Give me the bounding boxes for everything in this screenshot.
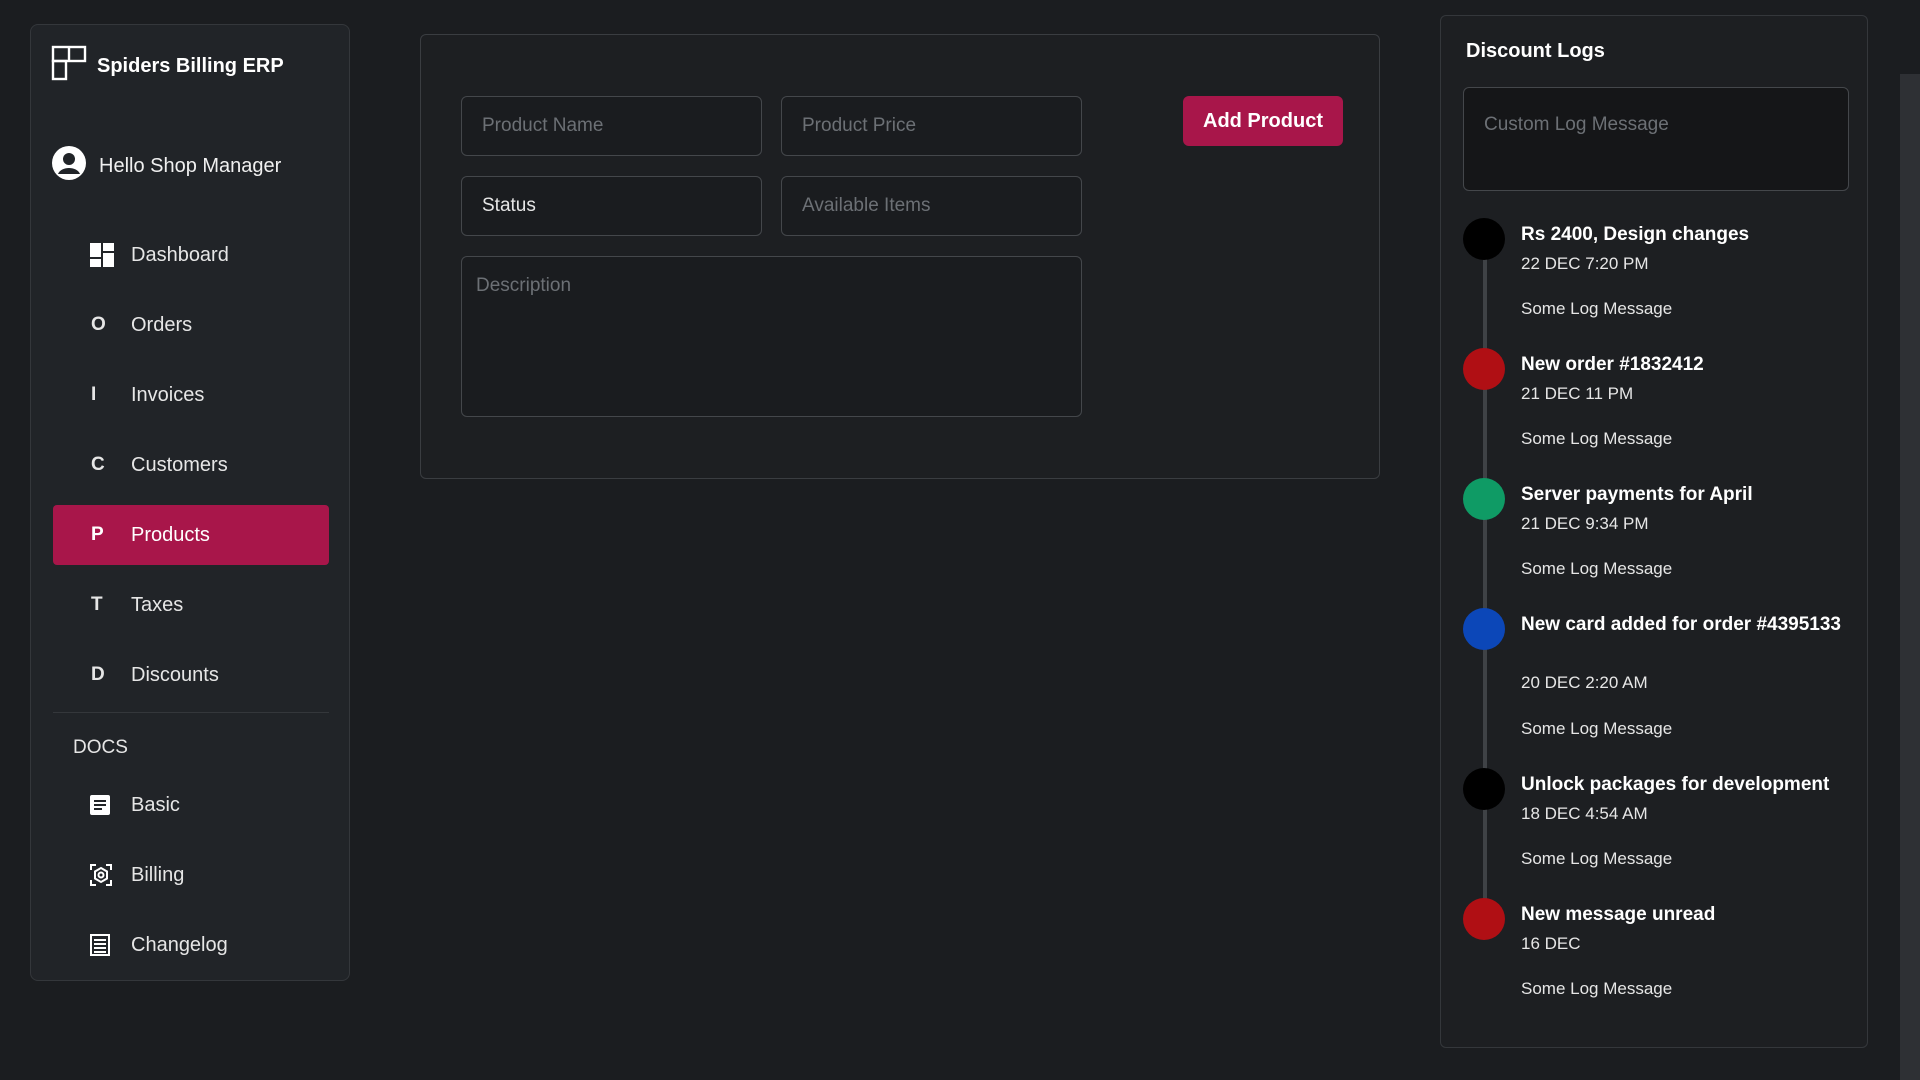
nav-item-discounts[interactable]: D Discounts (53, 645, 329, 705)
nav-label: Customers (131, 453, 228, 476)
nav-item-invoices[interactable]: I Invoices (53, 365, 329, 425)
log-title: New order #1832412 (1521, 354, 1704, 375)
user-avatar-icon (51, 145, 87, 187)
nav-label: Billing (131, 863, 185, 886)
docs-item-changelog[interactable]: Changelog (53, 915, 329, 975)
available-items-input[interactable] (781, 176, 1082, 236)
log-status-dot (1463, 898, 1505, 940)
log-status-dot (1463, 608, 1505, 650)
billing-icon (89, 863, 131, 887)
nav-letter: P (91, 524, 104, 545)
log-date: 20 DEC 2:20 AM (1521, 673, 1648, 692)
log-status-dot (1463, 768, 1505, 810)
nav-label: Discounts (131, 663, 219, 686)
description-textarea[interactable] (461, 256, 1082, 417)
log-date: 18 DEC 4:54 AM (1521, 804, 1648, 823)
user-greeting[interactable]: Hello Shop Manager (51, 145, 281, 187)
log-title: Unlock packages for development (1521, 774, 1830, 795)
nav-letter: O (91, 314, 106, 335)
nav-item-dashboard[interactable]: Dashboard (53, 225, 329, 285)
docs-nav: Basic Billing Changelog (53, 775, 329, 985)
product-form-card: Add Product (420, 34, 1380, 479)
main-nav: Dashboard O Orders I Invoices C Customer… (53, 225, 329, 715)
log-title: New card added for order #4395133 (1521, 614, 1841, 635)
page-scrollbar[interactable] (1900, 74, 1920, 1080)
nav-label: Invoices (131, 383, 205, 406)
status-input[interactable] (461, 176, 762, 236)
nav-item-products[interactable]: P Products (53, 505, 329, 565)
brand-logo-icon (51, 45, 87, 87)
brand[interactable]: Spiders Billing ERP (51, 45, 284, 87)
log-status-dot (1463, 478, 1505, 520)
greeting-text: Hello Shop Manager (99, 154, 282, 177)
product-name-input[interactable] (461, 96, 762, 156)
nav-letter: I (91, 384, 97, 405)
brand-name: Spiders Billing ERP (97, 54, 284, 77)
document-icon (89, 794, 131, 816)
dashboard-icon (89, 242, 131, 268)
log-message: Some Log Message (1521, 299, 1673, 318)
log-date: 21 DEC 9:34 PM (1521, 514, 1649, 533)
log-status-dot (1463, 348, 1505, 390)
nav-letter: T (91, 594, 103, 615)
log-message: Some Log Message (1521, 719, 1673, 738)
nav-label: Taxes (131, 593, 184, 616)
log-message: Some Log Message (1521, 849, 1673, 868)
log-title: Server payments for April (1521, 484, 1753, 505)
nav-label: Basic (131, 793, 180, 816)
log-date: 21 DEC 11 PM (1521, 384, 1634, 403)
docs-item-billing[interactable]: Billing (53, 845, 329, 905)
timeline-line (1483, 236, 1487, 936)
log-title: New message unread (1521, 904, 1716, 925)
log-date: 16 DEC (1521, 934, 1581, 953)
add-product-button[interactable]: Add Product (1183, 96, 1343, 146)
nav-label: Dashboard (131, 243, 229, 266)
nav-item-customers[interactable]: C Customers (53, 435, 329, 495)
log-status-dot (1463, 218, 1505, 260)
list-icon (89, 934, 131, 956)
custom-log-message-input[interactable] (1463, 87, 1849, 191)
nav-letter: C (91, 454, 105, 475)
nav-label: Changelog (131, 933, 228, 956)
nav-letter: D (91, 664, 105, 685)
docs-item-basic[interactable]: Basic (53, 775, 329, 835)
docs-section-title: DOCS (73, 737, 128, 758)
nav-label: Orders (131, 313, 193, 336)
log-message: Some Log Message (1521, 559, 1673, 578)
sidebar: Spiders Billing ERP Hello Shop Manager D… (30, 24, 350, 981)
product-price-input[interactable] (781, 96, 1082, 156)
logs-title: Discount Logs (1466, 40, 1605, 62)
nav-item-orders[interactable]: O Orders (53, 295, 329, 355)
nav-label: Products (131, 523, 210, 546)
sidebar-divider (53, 712, 329, 713)
discount-logs-panel: Discount Logs Rs 2400, Design changes 22… (1440, 15, 1868, 1048)
nav-item-taxes[interactable]: T Taxes (53, 575, 329, 635)
log-date: 22 DEC 7:20 PM (1521, 254, 1649, 273)
log-message: Some Log Message (1521, 429, 1673, 448)
log-title: Rs 2400, Design changes (1521, 224, 1750, 245)
log-message: Some Log Message (1521, 979, 1673, 998)
